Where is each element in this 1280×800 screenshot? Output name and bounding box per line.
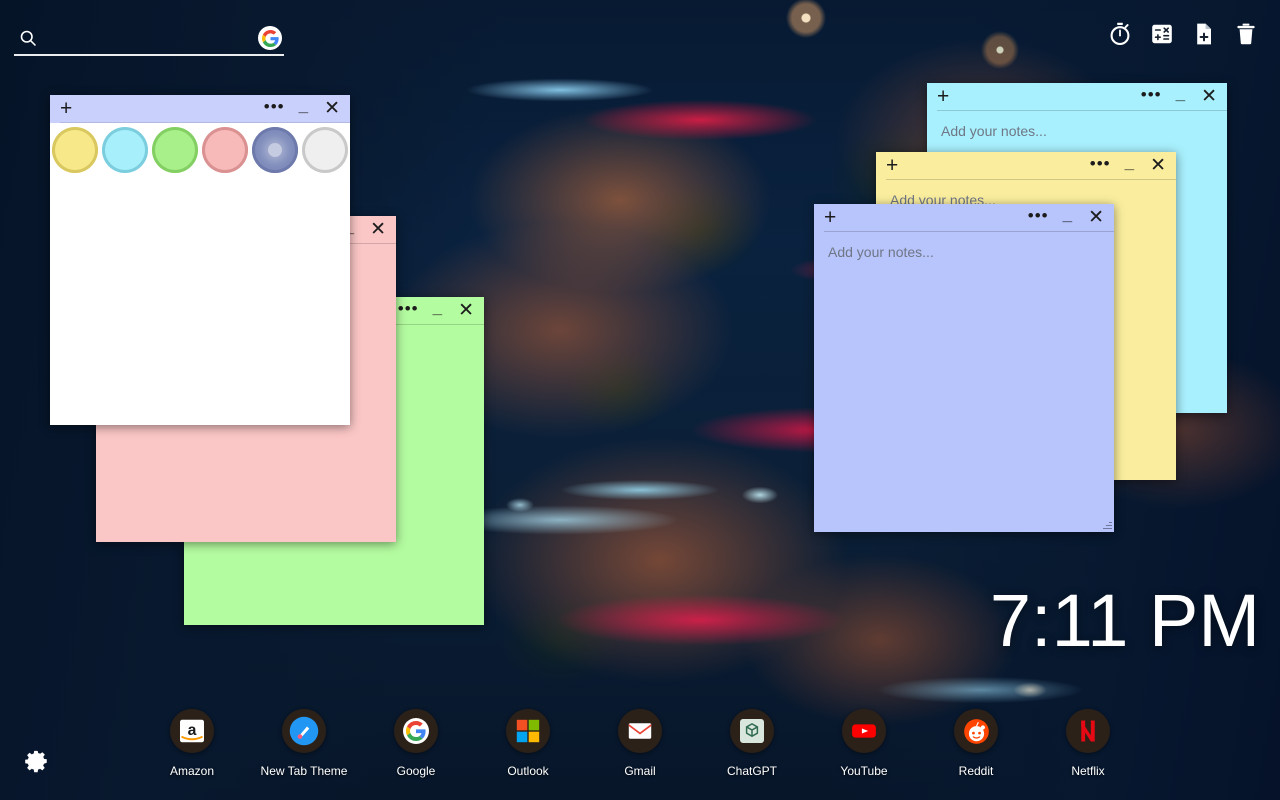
netflix-icon: [1066, 709, 1110, 753]
stopwatch-icon[interactable]: [1108, 22, 1132, 46]
swatch-yellow[interactable]: [52, 127, 98, 173]
color-swatch-row: [50, 123, 350, 173]
dock-label: Google: [396, 764, 436, 778]
trash-icon[interactable]: [1234, 22, 1258, 46]
note-menu-button[interactable]: •••: [264, 98, 285, 115]
note-titlebar[interactable]: + ••• _ ✕: [50, 95, 350, 123]
minimize-button[interactable]: _: [1176, 85, 1185, 102]
note-placeholder: Add your notes...: [941, 123, 1047, 139]
dock-label: YouTube: [840, 764, 888, 778]
minimize-button[interactable]: _: [1125, 154, 1134, 171]
dock-item-amazon[interactable]: a Amazon: [136, 709, 248, 778]
add-note-button[interactable]: +: [824, 207, 836, 228]
gmail-icon: [618, 709, 662, 753]
close-button[interactable]: ✕: [458, 301, 474, 320]
minimize-button[interactable]: _: [1063, 206, 1072, 223]
outlook-icon: [506, 709, 550, 753]
dock-label: Outlook: [507, 764, 549, 778]
youtube-icon: [842, 709, 886, 753]
dock-item-chatgpt[interactable]: ChatGPT: [696, 709, 808, 778]
add-note-button[interactable]: +: [60, 98, 72, 119]
close-button[interactable]: ✕: [1201, 87, 1217, 106]
note-menu-button[interactable]: •••: [398, 300, 419, 317]
dock-item-outlook[interactable]: Outlook: [472, 709, 584, 778]
note-placeholder: Add your notes...: [828, 244, 934, 260]
dock-label: ChatGPT: [726, 764, 777, 778]
note-menu-button[interactable]: •••: [1141, 86, 1162, 103]
search-input[interactable]: [38, 30, 258, 46]
reddit-icon: [954, 709, 998, 753]
swatch-green[interactable]: [152, 127, 198, 173]
dock-item-reddit[interactable]: Reddit: [920, 709, 1032, 778]
svg-text:a: a: [188, 722, 197, 739]
search-bar[interactable]: [14, 22, 284, 56]
note-window-color-picker[interactable]: + ••• _ ✕: [50, 95, 350, 425]
note-text-area[interactable]: Add your notes...: [814, 232, 1114, 532]
minimize-button[interactable]: _: [433, 299, 442, 316]
dock-item-google[interactable]: Google: [360, 709, 472, 778]
note-menu-button[interactable]: •••: [1090, 155, 1111, 172]
dock-item-netflix[interactable]: Netflix: [1032, 709, 1144, 778]
settings-button[interactable]: [24, 748, 50, 774]
dock-label: Reddit: [958, 764, 994, 778]
close-button[interactable]: ✕: [370, 220, 386, 239]
note-titlebar[interactable]: + ••• _ ✕: [814, 204, 1114, 232]
dock-item-youtube[interactable]: YouTube: [808, 709, 920, 778]
gear-icon: [25, 750, 47, 773]
swatch-pink[interactable]: [202, 127, 248, 173]
swatch-white[interactable]: [302, 127, 348, 173]
calculator-icon[interactable]: [1150, 22, 1174, 46]
note-window-purple[interactable]: + ••• _ ✕ Add your notes...: [814, 204, 1114, 532]
note-menu-button[interactable]: •••: [1028, 207, 1049, 224]
desktop: + ••• _ ✕ Add your notes... + ••• _ ✕ Ad…: [0, 0, 1280, 800]
google-icon: [394, 709, 438, 753]
new-document-icon[interactable]: [1192, 22, 1216, 46]
swatch-purple[interactable]: [252, 127, 298, 173]
top-tools-bar: [1108, 22, 1258, 46]
resize-handle[interactable]: [1101, 519, 1113, 531]
google-g-icon[interactable]: [258, 26, 282, 50]
dock-label: Netflix: [1071, 764, 1105, 778]
dock-item-new-tab-theme[interactable]: New Tab Theme: [248, 709, 360, 778]
dock-label: New Tab Theme: [260, 764, 348, 778]
chatgpt-icon: [730, 709, 774, 753]
swatch-cyan[interactable]: [102, 127, 148, 173]
add-note-button[interactable]: +: [886, 155, 898, 176]
amazon-icon: a: [170, 709, 214, 753]
dock-label: Amazon: [169, 764, 215, 778]
clock-display: 7:11 PM: [989, 579, 1260, 662]
close-button[interactable]: ✕: [1088, 208, 1104, 227]
note-titlebar[interactable]: + ••• _ ✕: [927, 83, 1227, 111]
dock-item-gmail[interactable]: Gmail: [584, 709, 696, 778]
dock-label: Gmail: [624, 764, 656, 778]
note-titlebar[interactable]: + ••• _ ✕: [876, 152, 1176, 180]
app-dock: a Amazon New Tab Theme Google Outlook Gm…: [0, 709, 1280, 778]
add-note-button[interactable]: +: [937, 86, 949, 107]
search-icon: [18, 28, 38, 48]
new-tab-theme-icon: [282, 709, 326, 753]
minimize-button[interactable]: _: [299, 97, 308, 114]
close-button[interactable]: ✕: [1150, 156, 1166, 175]
close-button[interactable]: ✕: [324, 99, 340, 118]
note-text-area[interactable]: [50, 173, 350, 425]
